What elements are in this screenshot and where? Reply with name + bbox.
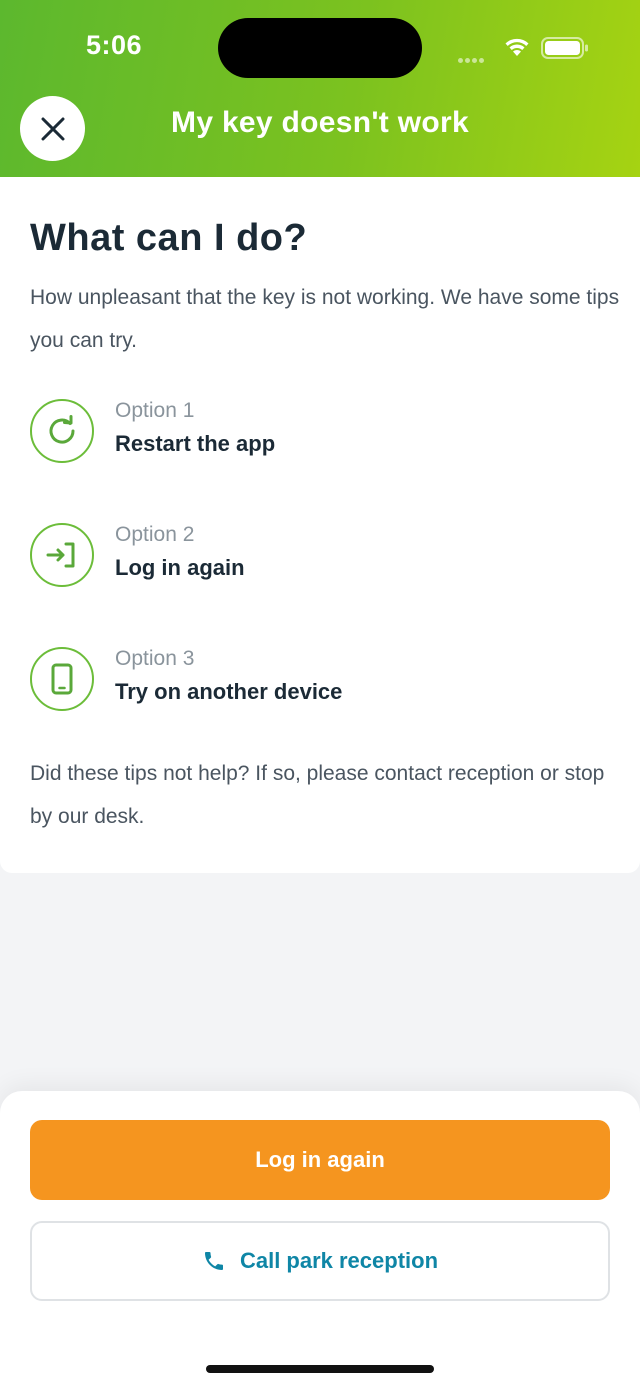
call-reception-button[interactable]: Call park reception	[30, 1221, 610, 1301]
login-icon	[30, 523, 94, 587]
option-restart: Option 1 Restart the app	[30, 399, 610, 465]
phone-icon	[30, 647, 94, 711]
battery-icon	[541, 37, 588, 59]
option-title: Try on another device	[115, 679, 343, 704]
signal-icon	[458, 50, 486, 68]
outro-text: Did these tips not help? If so, please c…	[30, 762, 605, 828]
wifi-icon	[505, 38, 529, 56]
option-label: Option 1	[115, 399, 195, 422]
home-indicator	[206, 1365, 434, 1373]
page-title: What can I do?	[30, 217, 308, 259]
tips-card: What can I do? How unpleasant that the k…	[0, 177, 640, 873]
phone-call-icon	[204, 1252, 223, 1270]
header-title: My key doesn't work	[171, 106, 469, 139]
call-reception-label: Call park reception	[239, 1248, 439, 1273]
log-in-again-label: Log in again	[255, 1147, 385, 1172]
option-label: Option 2	[115, 523, 195, 546]
dynamic-island	[218, 18, 422, 78]
option-label: Option 3	[115, 647, 195, 670]
log-in-again-button[interactable]: Log in again	[30, 1120, 610, 1200]
action-sheet: Log in again Call park reception	[0, 1091, 640, 1387]
status-time: 5:06	[86, 30, 143, 60]
option-title: Restart the app	[115, 431, 276, 456]
header: 5:06 My key doesn't work	[0, 0, 640, 177]
option-login: Option 2 Log in again	[30, 523, 610, 589]
restart-icon	[30, 399, 94, 463]
intro-text: How unpleasant that the key is not worki…	[30, 286, 620, 352]
option-device: Option 3 Try on another device	[30, 647, 610, 713]
option-title: Log in again	[115, 555, 245, 580]
